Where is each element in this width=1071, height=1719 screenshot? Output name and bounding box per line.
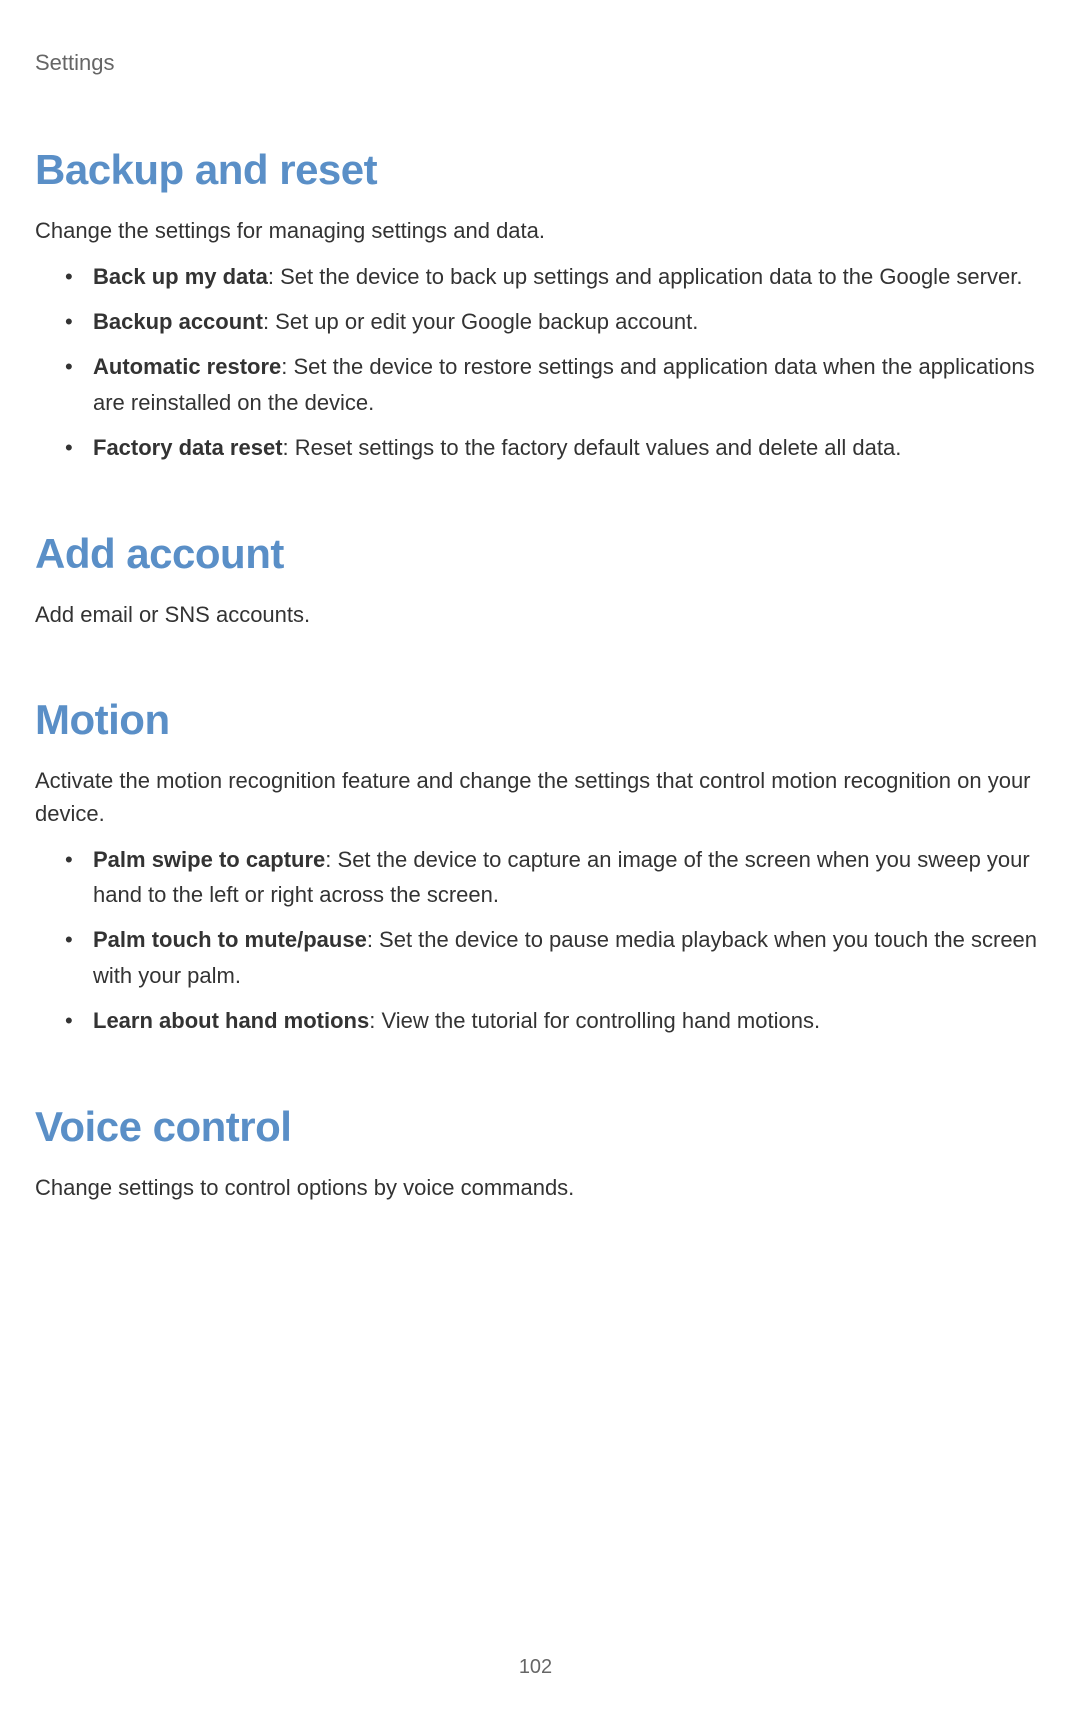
intro-voice-control: Change settings to control options by vo… bbox=[35, 1171, 1041, 1204]
list-item: Backup account: Set up or edit your Goog… bbox=[65, 304, 1041, 339]
desc: : Reset settings to the factory default … bbox=[283, 435, 902, 460]
term: Palm swipe to capture bbox=[93, 847, 325, 872]
list-item: Palm touch to mute/pause: Set the device… bbox=[65, 922, 1041, 992]
intro-add-account: Add email or SNS accounts. bbox=[35, 598, 1041, 631]
list-item: Automatic restore: Set the device to res… bbox=[65, 349, 1041, 419]
term: Back up my data bbox=[93, 264, 268, 289]
term: Palm touch to mute/pause bbox=[93, 927, 367, 952]
list-backup-and-reset: Back up my data: Set the device to back … bbox=[35, 259, 1041, 465]
heading-backup-and-reset: Backup and reset bbox=[35, 146, 1041, 194]
desc: : Set the device to back up settings and… bbox=[268, 264, 1023, 289]
breadcrumb: Settings bbox=[35, 50, 1041, 76]
list-item: Back up my data: Set the device to back … bbox=[65, 259, 1041, 294]
section-backup-and-reset: Backup and reset Change the settings for… bbox=[35, 146, 1041, 465]
list-item: Palm swipe to capture: Set the device to… bbox=[65, 842, 1041, 912]
intro-backup-and-reset: Change the settings for managing setting… bbox=[35, 214, 1041, 247]
list-item: Learn about hand motions: View the tutor… bbox=[65, 1003, 1041, 1038]
desc: : View the tutorial for controlling hand… bbox=[369, 1008, 820, 1033]
term: Factory data reset bbox=[93, 435, 283, 460]
section-add-account: Add account Add email or SNS accounts. bbox=[35, 530, 1041, 631]
heading-add-account: Add account bbox=[35, 530, 1041, 578]
desc: : Set up or edit your Google backup acco… bbox=[263, 309, 698, 334]
heading-motion: Motion bbox=[35, 696, 1041, 744]
intro-motion: Activate the motion recognition feature … bbox=[35, 764, 1041, 830]
list-motion: Palm swipe to capture: Set the device to… bbox=[35, 842, 1041, 1038]
heading-voice-control: Voice control bbox=[35, 1103, 1041, 1151]
list-item: Factory data reset: Reset settings to th… bbox=[65, 430, 1041, 465]
section-voice-control: Voice control Change settings to control… bbox=[35, 1103, 1041, 1204]
term: Backup account bbox=[93, 309, 263, 334]
page-number: 102 bbox=[519, 1656, 552, 1679]
term: Learn about hand motions bbox=[93, 1008, 369, 1033]
term: Automatic restore bbox=[93, 354, 281, 379]
section-motion: Motion Activate the motion recognition f… bbox=[35, 696, 1041, 1038]
